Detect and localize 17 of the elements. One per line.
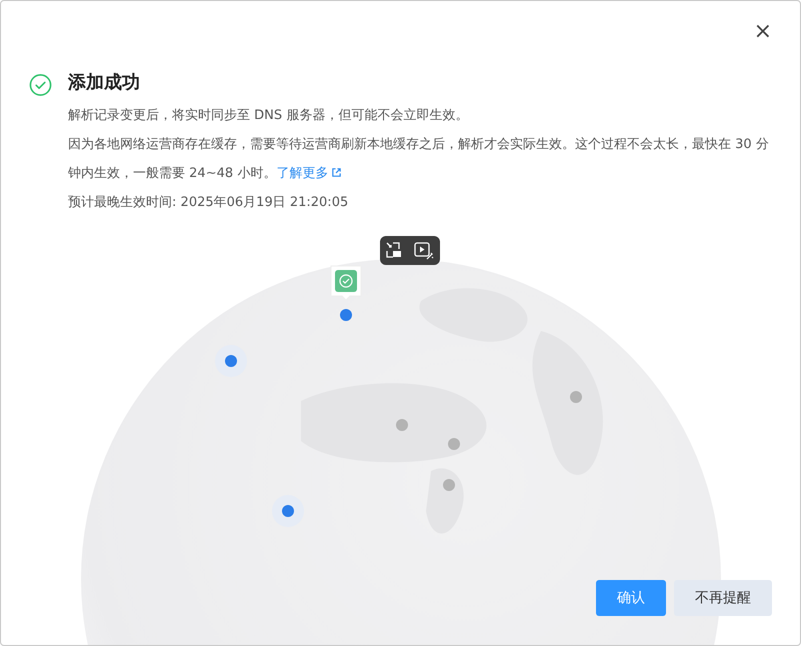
video-play-icon[interactable] [414,242,434,260]
picture-in-picture-icon[interactable] [386,242,401,258]
map-marker[interactable] [570,391,582,403]
message-text: 因为各地网络运营商存在缓存，需要等待运营商刷新本地缓存之后，解析才会实际生效。这个过程不会太长，最快在 30 分钟内生效，一般需要 24~48 小时。了解更多 [68,136,770,183]
map-marker[interactable] [448,438,460,450]
dismiss-button[interactable]: 不再提醒 [674,580,772,616]
map-marker[interactable] [340,309,352,321]
close-button[interactable]: × [750,19,776,45]
verified-tooltip [330,266,362,301]
map-marker[interactable] [396,419,408,431]
dialog-title: 添加成功 [68,71,142,95]
map-marker[interactable] [443,479,455,491]
message-text: 预计最晚生效时间: 2025年06月19日 21:20:05 [68,194,350,212]
message-text: 解析记录变更后，将实时同步至 DNS 服务器，但可能不会立即生效。 [68,107,470,125]
external-link-icon [331,167,342,178]
map-marker[interactable] [282,505,294,517]
map-marker[interactable] [225,355,237,367]
